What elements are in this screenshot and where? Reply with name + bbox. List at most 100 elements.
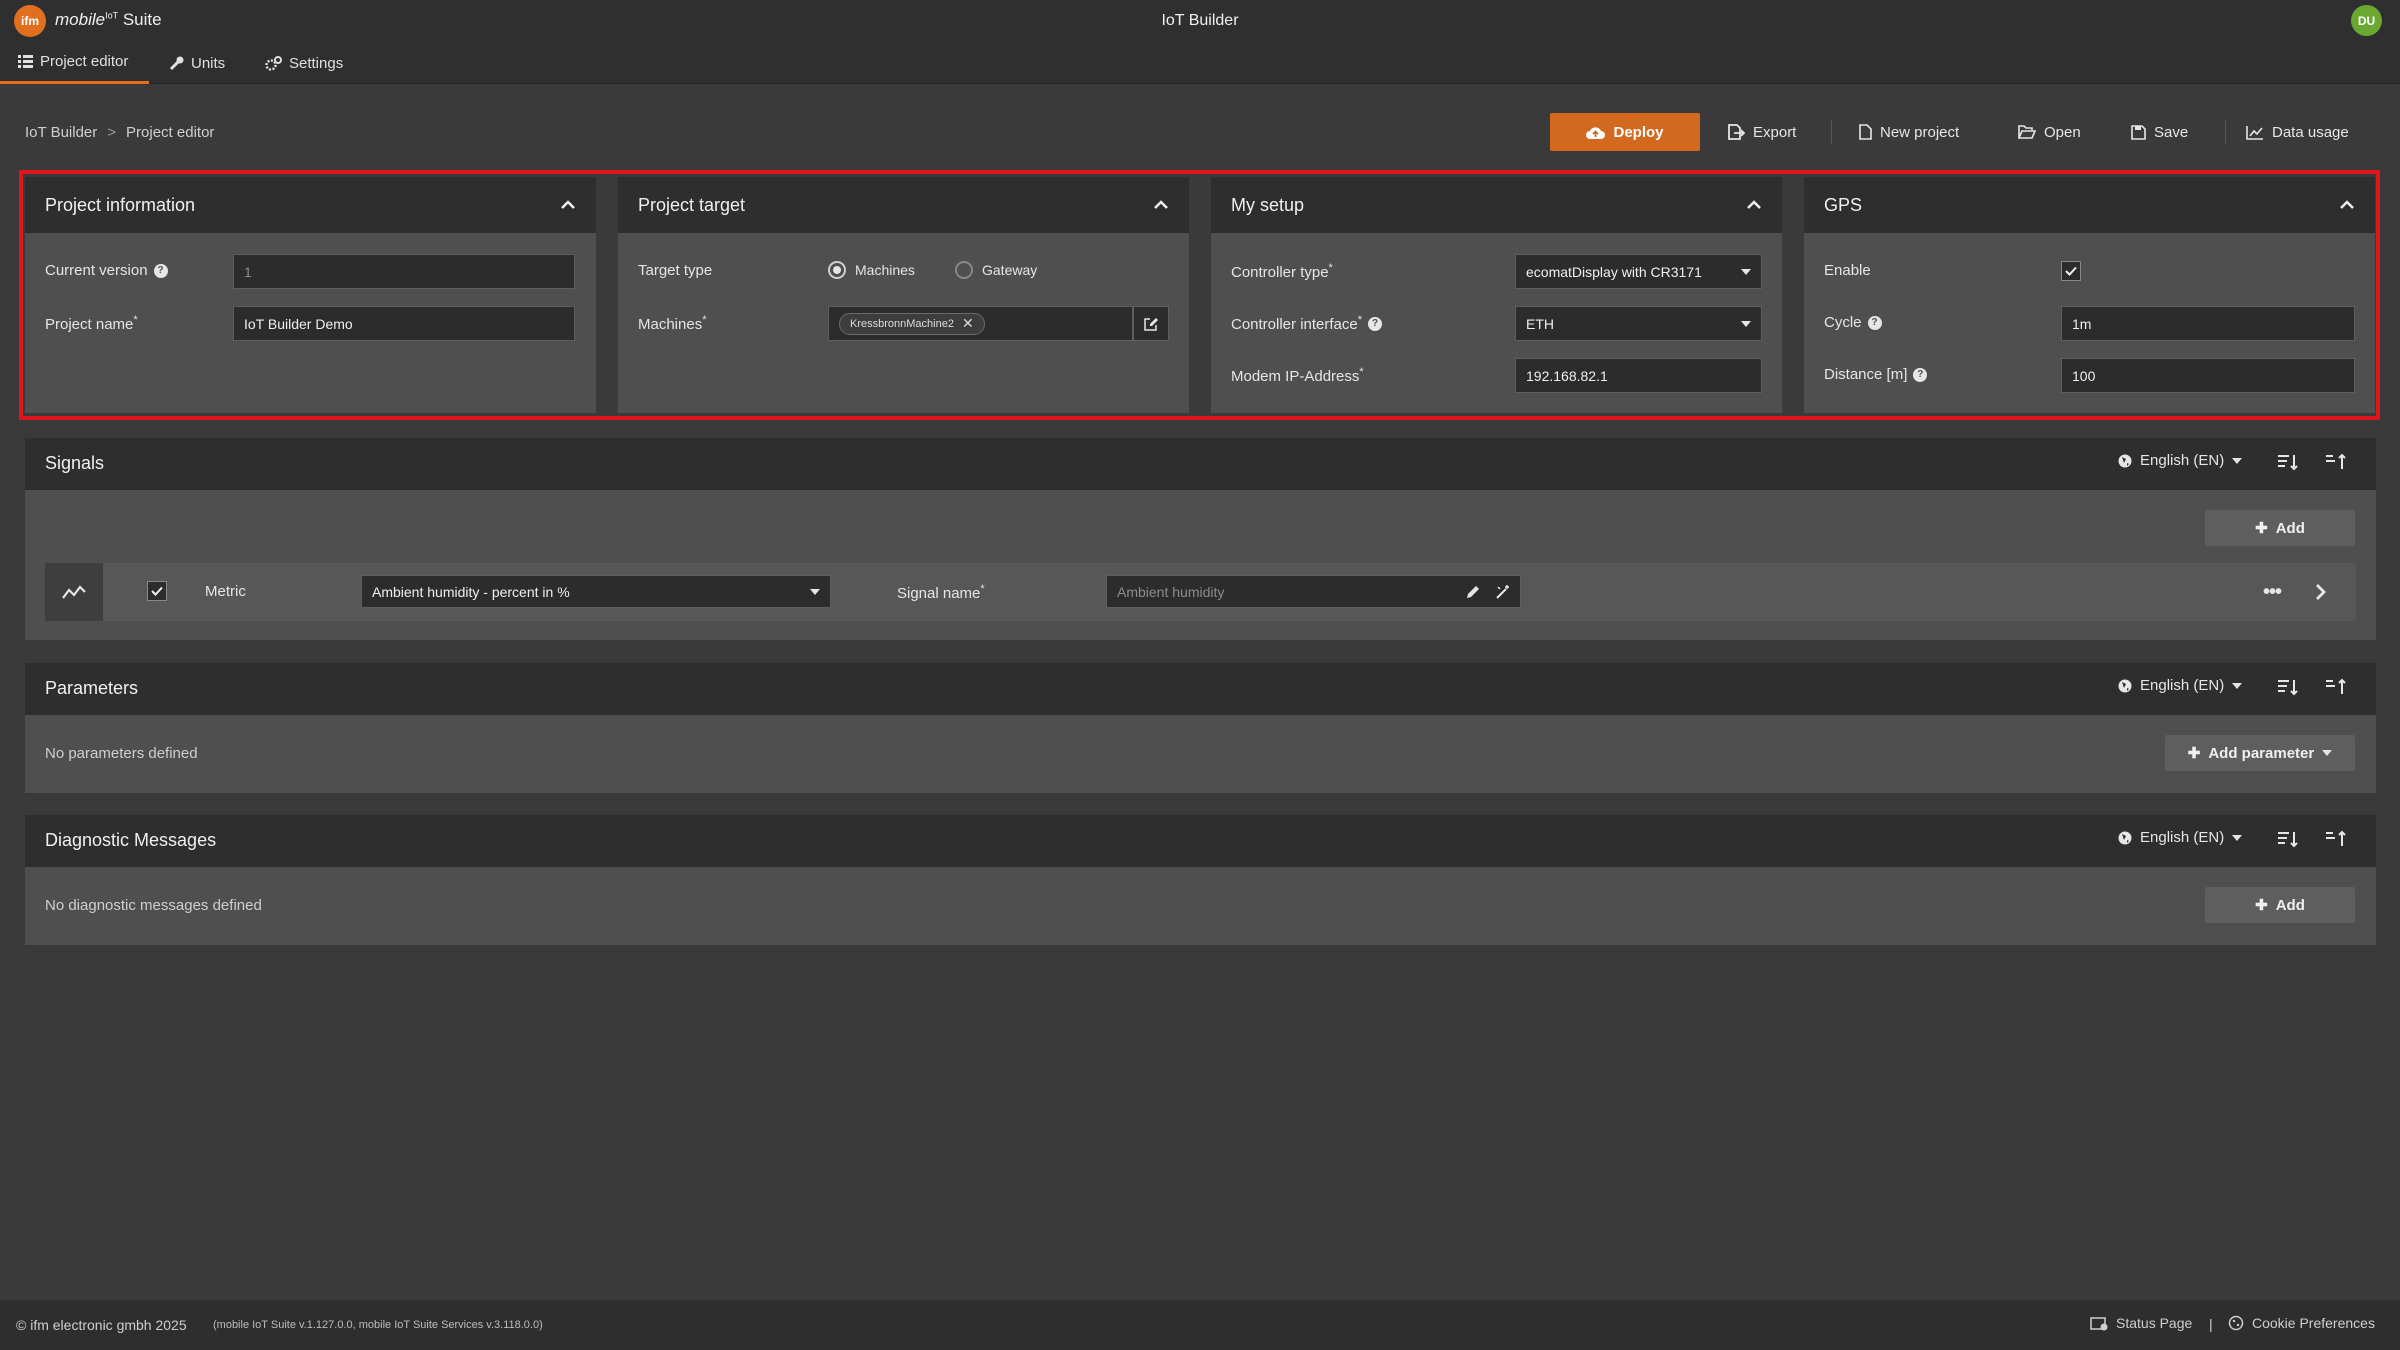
card-header: Project target bbox=[618, 177, 1189, 233]
gps-enable-label: Enable bbox=[1824, 262, 1871, 279]
version-text: (mobile IoT Suite v.1.127.0.0, mobile Io… bbox=[213, 1319, 543, 1331]
tab-project-editor[interactable]: Project editor bbox=[0, 42, 149, 84]
breadcrumb-current: Project editor bbox=[126, 124, 215, 141]
signal-metric-select[interactable]: Ambient humidity - percent in % bbox=[361, 575, 831, 608]
signals-section: Signals English (EN) ✚ Add Metric Ambient… bbox=[25, 438, 2376, 640]
signal-name-field[interactable]: Ambient humidity bbox=[1106, 575, 1521, 608]
breadcrumb-root[interactable]: IoT Builder bbox=[25, 124, 97, 141]
parameters-section: Parameters English (EN) No parameters de… bbox=[25, 663, 2376, 793]
copyright-text: © ifm electronic gmbh 2025 bbox=[16, 1317, 187, 1333]
card-header: My setup bbox=[1211, 177, 1782, 233]
more-options-icon[interactable]: ••• bbox=[2263, 581, 2282, 604]
globe-icon bbox=[2118, 679, 2132, 692]
magic-wand-icon[interactable] bbox=[1496, 584, 1510, 599]
signal-type-label: Metric bbox=[205, 583, 246, 600]
signal-row: Metric Ambient humidity - percent in % S… bbox=[45, 563, 2356, 621]
add-parameter-button[interactable]: ✚ Add parameter bbox=[2165, 735, 2355, 771]
data-usage-button[interactable]: Data usage bbox=[2246, 113, 2349, 151]
machines-label: Machines* bbox=[638, 314, 707, 333]
current-version-label: Current version? bbox=[45, 262, 168, 279]
new-project-button[interactable]: New project bbox=[1859, 113, 1959, 151]
sort-descending-icon[interactable] bbox=[2277, 678, 2299, 696]
gps-card: GPS Enable Cycle? Distance [m]? bbox=[1804, 177, 2375, 413]
save-icon bbox=[2131, 124, 2146, 140]
chip-remove-icon[interactable]: ✕ bbox=[962, 315, 974, 332]
language-select[interactable]: English (EN) bbox=[2118, 829, 2243, 846]
toolbar-divider bbox=[1831, 120, 1832, 144]
chevron-right-icon[interactable] bbox=[2315, 583, 2327, 601]
add-signal-button[interactable]: ✚ Add bbox=[2205, 510, 2355, 546]
globe-icon bbox=[2118, 454, 2132, 467]
cloud-upload-icon bbox=[1586, 126, 1606, 139]
data-usage-label: Data usage bbox=[2272, 123, 2349, 141]
radio-gateway[interactable]: Gateway bbox=[955, 261, 1037, 279]
radio-machines[interactable]: Machines bbox=[828, 261, 915, 279]
help-icon[interactable]: ? bbox=[1368, 316, 1383, 331]
card-header: GPS bbox=[1804, 177, 2375, 233]
main-tabs: Project editor Units Settings bbox=[0, 42, 2400, 84]
chevron-up-icon[interactable] bbox=[1746, 200, 1762, 210]
add-diagnostic-button[interactable]: ✚ Add bbox=[2205, 887, 2355, 923]
tab-units[interactable]: Units bbox=[170, 42, 225, 84]
sort-ascending-icon[interactable] bbox=[2325, 678, 2347, 696]
chevron-down-icon bbox=[1741, 268, 1751, 275]
export-button[interactable]: Export bbox=[1728, 113, 1796, 151]
controller-type-select[interactable]: ecomatDisplay with CR3171 bbox=[1515, 254, 1762, 289]
chevron-up-icon[interactable] bbox=[560, 200, 576, 210]
open-button[interactable]: Open bbox=[2018, 113, 2081, 151]
current-version-field[interactable] bbox=[233, 254, 575, 289]
status-page-link[interactable]: Status Page bbox=[2090, 1315, 2192, 1331]
project-name-field[interactable] bbox=[233, 306, 575, 341]
help-icon[interactable]: ? bbox=[1867, 315, 1882, 330]
language-select[interactable]: English (EN) bbox=[2118, 452, 2243, 469]
save-label: Save bbox=[2154, 123, 2189, 141]
section-title: Parameters bbox=[45, 678, 139, 698]
target-type-label: Target type bbox=[638, 262, 713, 279]
gps-cycle-label: Cycle? bbox=[1824, 314, 1882, 331]
radio-dot bbox=[828, 261, 846, 279]
chevron-up-icon[interactable] bbox=[1153, 200, 1169, 210]
controller-type-label: Controller type* bbox=[1231, 262, 1333, 281]
plus-icon: ✚ bbox=[2187, 745, 2201, 762]
file-icon bbox=[1859, 124, 1872, 140]
my-setup-card: My setup Controller type* ecomatDisplay … bbox=[1211, 177, 1782, 413]
plus-icon: ✚ bbox=[2255, 520, 2268, 537]
app-title: IoT Builder bbox=[1161, 12, 1239, 29]
checkmark-icon bbox=[2065, 266, 2077, 276]
tab-label: Units bbox=[191, 54, 226, 72]
ifm-logo[interactable]: ifm bbox=[14, 5, 46, 37]
user-avatar[interactable]: DU bbox=[2351, 5, 2382, 36]
sort-descending-icon[interactable] bbox=[2277, 453, 2299, 471]
sort-ascending-icon[interactable] bbox=[2325, 453, 2347, 471]
help-icon[interactable]: ? bbox=[1913, 367, 1928, 382]
sort-ascending-icon[interactable] bbox=[2325, 830, 2347, 848]
language-select[interactable]: English (EN) bbox=[2118, 677, 2243, 694]
chevron-down-icon bbox=[2322, 750, 2333, 756]
open-label: Open bbox=[2044, 123, 2081, 141]
status-icon bbox=[2090, 1316, 2108, 1330]
save-button[interactable]: Save bbox=[2131, 113, 2188, 151]
chevron-up-icon[interactable] bbox=[2339, 200, 2355, 210]
signal-enable-checkbox[interactable] bbox=[147, 581, 167, 601]
section-header: Parameters English (EN) bbox=[25, 663, 2376, 715]
pencil-icon[interactable] bbox=[1466, 585, 1480, 599]
plus-icon: ✚ bbox=[2255, 897, 2268, 914]
tab-settings[interactable]: Settings bbox=[265, 42, 343, 84]
gps-enable-checkbox[interactable] bbox=[2061, 261, 2081, 281]
sort-descending-icon[interactable] bbox=[2277, 830, 2299, 848]
cookie-preferences-link[interactable]: Cookie Preferences bbox=[2228, 1315, 2375, 1331]
machines-field[interactable]: KressbronnMachine2 ✕ bbox=[828, 306, 1133, 341]
gps-cycle-field[interactable] bbox=[2061, 306, 2355, 341]
edit-machines-button[interactable] bbox=[1133, 306, 1169, 341]
card-title: My setup bbox=[1231, 194, 1305, 215]
breadcrumb-separator: > bbox=[107, 124, 117, 141]
machine-chip: KressbronnMachine2 ✕ bbox=[839, 312, 985, 335]
project-information-card: Project information Current version? Pro… bbox=[25, 177, 596, 413]
modem-ip-field[interactable] bbox=[1515, 358, 1762, 393]
help-icon[interactable]: ? bbox=[153, 263, 168, 278]
deploy-button[interactable]: Deploy bbox=[1550, 113, 1700, 151]
controller-interface-select[interactable]: ETH bbox=[1515, 306, 1762, 341]
card-title: GPS bbox=[1824, 194, 1863, 215]
gps-distance-field[interactable] bbox=[2061, 358, 2355, 393]
section-title: Diagnostic Messages bbox=[45, 830, 217, 850]
